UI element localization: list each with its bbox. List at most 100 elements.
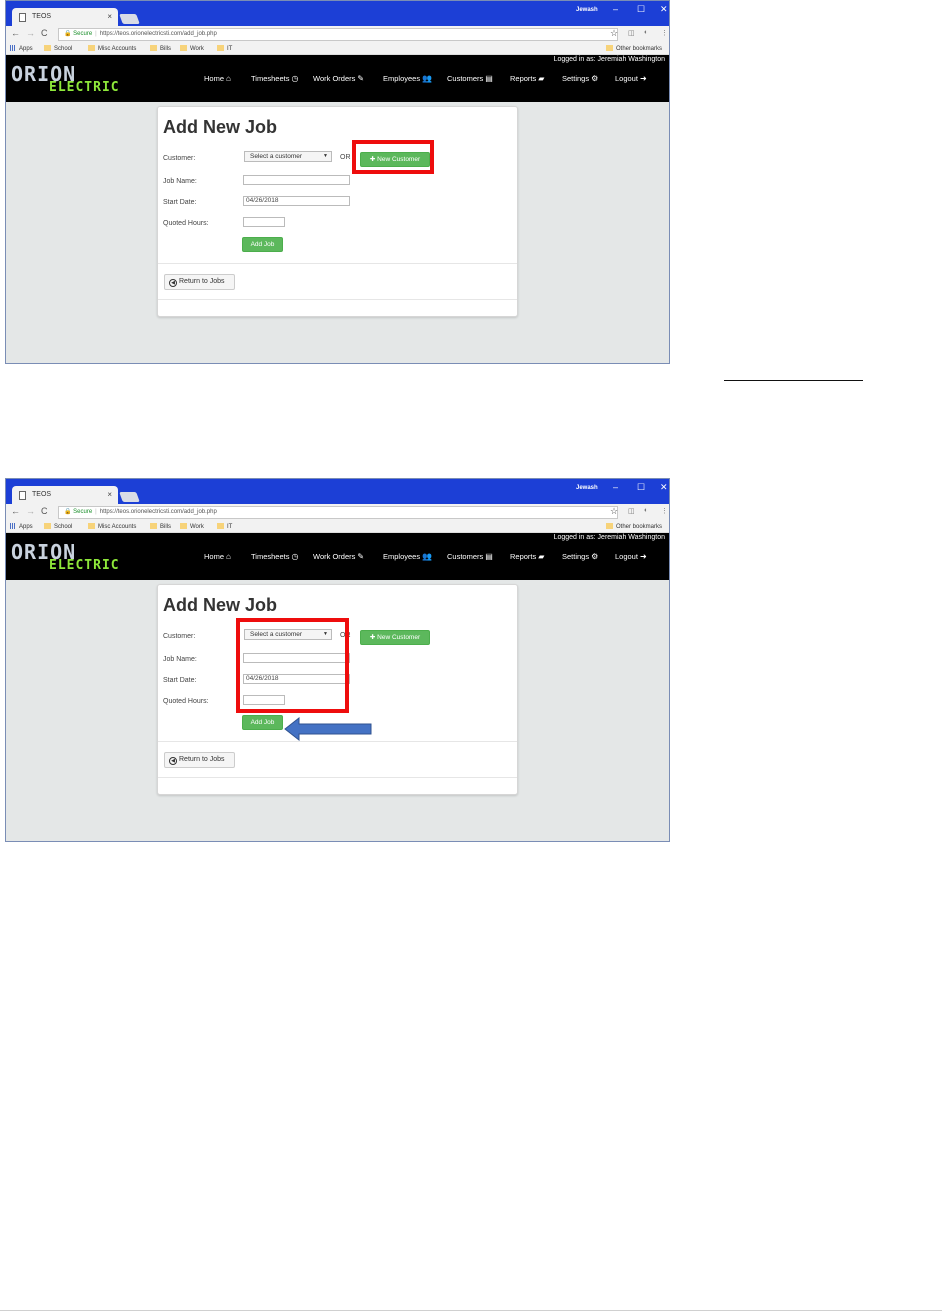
new-tab-button[interactable] <box>119 14 140 24</box>
extension-icon-2[interactable]: ◐ <box>644 29 648 36</box>
tab-title: TEOS <box>32 13 52 20</box>
close-window-icon[interactable]: ✕ <box>660 4 668 15</box>
address-bar: ← → C 🔒 Secure | https://teos.orionelectri… <box>6 26 669 43</box>
url-path: /add_job.php <box>182 31 217 37</box>
add-job-button[interactable]: Add Job <box>242 237 283 252</box>
start-date-label: Start Date: <box>163 199 197 206</box>
or-text: OR <box>340 154 351 161</box>
nav-home[interactable]: Home ⌂ <box>204 74 231 83</box>
quoted-hours-input[interactable] <box>243 217 285 227</box>
star-icon[interactable]: ☆ <box>610 28 618 39</box>
url-field[interactable]: 🔒 Secure | https://teos.orionelectricsti.c… <box>58 28 618 41</box>
maximize-icon[interactable]: ☐ <box>637 482 645 493</box>
reload-icon[interactable]: C <box>41 28 48 38</box>
bookmark-school[interactable]: School <box>44 521 72 533</box>
app-navbar: ORION ELECTRIC Logged in as: Jeremiah Wa… <box>6 533 669 580</box>
nav-employees[interactable]: Employees 👥 <box>383 74 432 83</box>
page-title: Add New Job <box>163 595 278 615</box>
logo-electric[interactable]: ELECTRIC <box>49 559 120 573</box>
return-to-jobs-button[interactable]: ◀ Return to Jobs <box>164 274 235 290</box>
browser-tab[interactable]: TEOS × <box>12 486 118 504</box>
star-icon[interactable]: ☆ <box>610 506 618 517</box>
bookmark-bills[interactable]: Bills <box>150 521 171 533</box>
new-customer-highlight-box <box>352 140 434 174</box>
bookmark-work[interactable]: Work <box>180 521 204 533</box>
customer-label: Customer: <box>163 633 196 640</box>
folder-icon <box>44 523 51 529</box>
start-date-input[interactable]: 04/26/2018 <box>243 196 350 206</box>
nav-customers[interactable]: Customers ▤ <box>447 552 493 561</box>
home-icon: ⌂ <box>226 552 231 561</box>
address-bar: ← → C 🔒 Secure | https://teos.orionelectri… <box>6 504 669 521</box>
add-job-button[interactable]: Add Job <box>242 715 283 730</box>
lock-icon: 🔒 <box>64 509 72 515</box>
close-icon[interactable]: × <box>107 486 112 504</box>
close-icon[interactable]: × <box>107 8 112 26</box>
reload-icon[interactable]: C <box>41 506 48 516</box>
bookmark-misc-accounts[interactable]: Misc Accounts <box>88 521 136 533</box>
minimize-icon[interactable]: – <box>613 4 618 14</box>
nav-work-orders[interactable]: Work Orders ✎ <box>313 552 364 561</box>
menu-icon[interactable]: ⋮ <box>661 29 668 37</box>
extension-icon-2[interactable]: ◐ <box>644 507 648 514</box>
divider <box>158 777 517 778</box>
bookmark-other[interactable]: Other bookmarks <box>606 43 662 55</box>
book-icon: ▰ <box>538 74 545 83</box>
add-job-panel: Add New Job Customer: Select a customer ▼… <box>157 106 518 317</box>
forward-icon[interactable]: → <box>26 28 35 38</box>
forward-icon[interactable]: → <box>26 506 35 516</box>
logo-electric[interactable]: ELECTRIC <box>49 81 120 95</box>
folder-icon <box>150 523 157 529</box>
maximize-icon[interactable]: ☐ <box>637 4 645 15</box>
card-icon: ▤ <box>485 74 493 83</box>
extension-icon[interactable]: ◫ <box>628 29 635 37</box>
bookmark-bills[interactable]: Bills <box>150 43 171 55</box>
bookmark-it[interactable]: IT <box>217 43 232 55</box>
bookmark-other[interactable]: Other bookmarks <box>606 521 662 533</box>
nav-timesheets[interactable]: Timesheets ◷ <box>251 74 298 83</box>
profile-name[interactable]: Jewash <box>576 485 598 491</box>
folder-icon <box>44 45 51 51</box>
divider <box>158 263 517 264</box>
nav-employees[interactable]: Employees 👥 <box>383 552 432 561</box>
nav-reports[interactable]: Reports ▰ <box>510 74 544 83</box>
nav-customers[interactable]: Customers ▤ <box>447 74 493 83</box>
book-icon: ▰ <box>538 552 545 561</box>
nav-logout[interactable]: Logout ➜ <box>615 552 647 561</box>
bookmark-apps[interactable]: Apps <box>10 521 33 533</box>
nav-work-orders[interactable]: Work Orders ✎ <box>313 74 364 83</box>
nav-logout[interactable]: Logout ➜ <box>615 74 647 83</box>
back-icon[interactable]: ← <box>11 506 20 516</box>
profile-name[interactable]: Jewash <box>576 7 598 13</box>
page-title: Add New Job <box>163 117 278 137</box>
logged-in-text: Logged in as: Jeremiah Washington <box>553 56 665 63</box>
apps-icon <box>10 523 16 529</box>
nav-settings[interactable]: Settings ⚙ <box>562 74 598 83</box>
return-to-jobs-button[interactable]: ◀ Return to Jobs <box>164 752 235 768</box>
bookmark-it[interactable]: IT <box>217 521 232 533</box>
customer-select[interactable]: Select a customer ▼ <box>244 151 332 162</box>
divider <box>158 741 517 742</box>
back-icon[interactable]: ← <box>11 28 20 38</box>
menu-icon[interactable]: ⋮ <box>661 507 668 515</box>
bookmark-work[interactable]: Work <box>180 43 204 55</box>
page-icon <box>19 13 26 22</box>
bookmark-school[interactable]: School <box>44 43 72 55</box>
new-customer-button[interactable]: ✚ New Customer <box>360 630 430 645</box>
users-icon: 👥 <box>422 74 433 83</box>
nav-timesheets[interactable]: Timesheets ◷ <box>251 552 298 561</box>
nav-reports[interactable]: Reports ▰ <box>510 552 544 561</box>
nav-home[interactable]: Home ⌂ <box>204 552 231 561</box>
bookmark-apps[interactable]: Apps <box>10 43 33 55</box>
url-path: /add_job.php <box>182 509 217 515</box>
new-tab-button[interactable] <box>119 492 140 502</box>
job-name-input[interactable] <box>243 175 350 185</box>
nav-settings[interactable]: Settings ⚙ <box>562 552 598 561</box>
close-window-icon[interactable]: ✕ <box>660 482 668 493</box>
folder-icon <box>88 45 95 51</box>
minimize-icon[interactable]: – <box>613 482 618 492</box>
browser-tab[interactable]: TEOS × <box>12 8 118 26</box>
url-field[interactable]: 🔒 Secure | https://teos.orionelectricsti.c… <box>58 506 618 519</box>
extension-icon[interactable]: ◫ <box>628 507 635 515</box>
bookmark-misc-accounts[interactable]: Misc Accounts <box>88 43 136 55</box>
